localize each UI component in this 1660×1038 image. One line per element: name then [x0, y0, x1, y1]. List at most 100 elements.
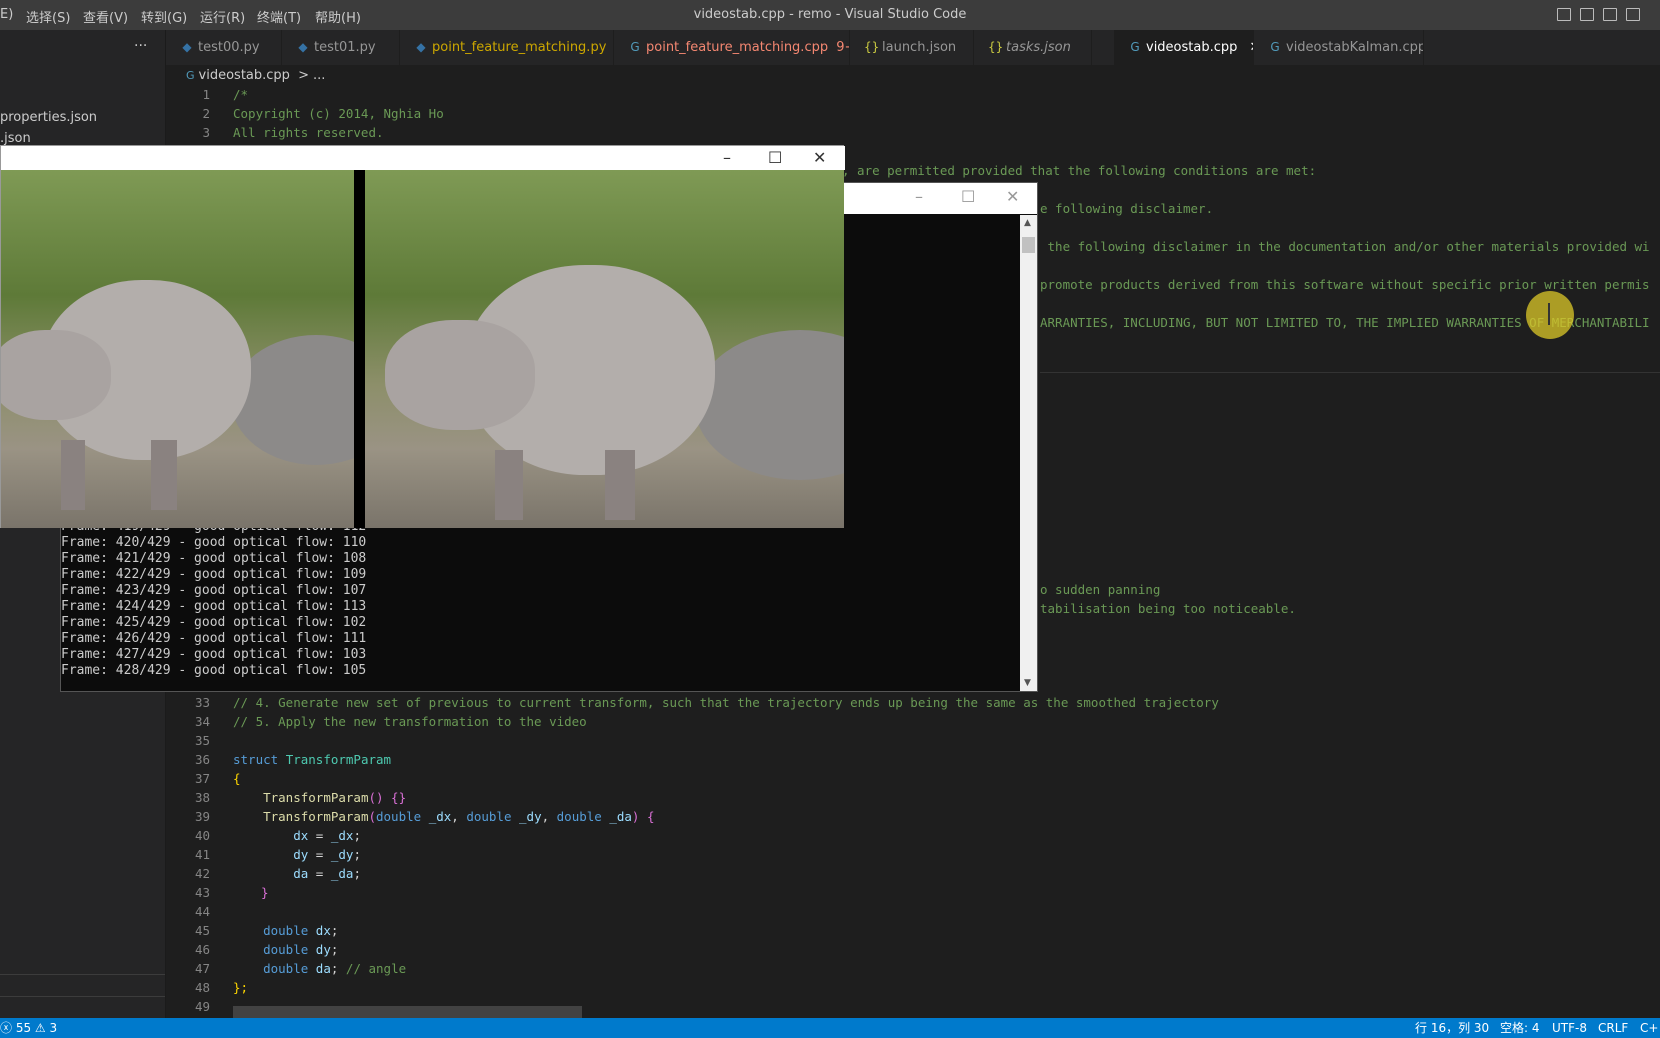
code-line: , are permitted provided that the follow… — [842, 163, 1317, 178]
json-icon: {} — [864, 40, 880, 54]
cpp-icon: G — [1270, 40, 1280, 54]
chevron-right-icon: > — [298, 68, 309, 83]
sidebar-divider — [0, 974, 165, 975]
explorer-file-item[interactable]: .json — [0, 131, 31, 146]
horizontal-scrollbar-thumb[interactable] — [233, 1006, 582, 1018]
console-lines: Frame: 419/429 - good optical flow: 112 … — [61, 519, 366, 679]
line-number: 2 — [202, 106, 210, 121]
code-line: } — [261, 885, 269, 900]
line-number: 34 — [194, 714, 210, 729]
line-number: 37 — [194, 771, 210, 786]
code-line: e following disclaimer. — [1040, 201, 1214, 216]
original-frame-image — [1, 170, 354, 528]
text-cursor-icon — [1548, 303, 1550, 325]
console-line: Frame: 426/429 - good optical flow: 111 — [61, 631, 367, 646]
code-line: tabilisation being too noticeable. — [1040, 601, 1296, 616]
console-line: Frame: 424/429 - good optical flow: 113 — [61, 599, 367, 614]
line-number: 47 — [194, 961, 210, 976]
menu-view[interactable]: 查看(V) — [83, 7, 128, 26]
console-scrollbar[interactable]: ▲ ▼ — [1020, 215, 1037, 691]
tab-launch-json[interactable]: {} launch.json — [850, 30, 974, 65]
line-number: 3 — [202, 125, 210, 140]
video-window: – ☐ ✕ — [0, 145, 845, 528]
language-mode[interactable]: C+ — [1640, 1018, 1658, 1038]
menu-terminal[interactable]: 终端(T) — [257, 7, 301, 26]
line-number: 42 — [194, 866, 210, 881]
console-line: Frame: 425/429 - good optical flow: 102 — [61, 615, 367, 630]
stabilized-frame-image — [365, 170, 844, 528]
console-line: Frame: 423/429 - good optical flow: 107 — [61, 583, 367, 598]
more-actions-icon[interactable]: ··· — [134, 38, 147, 54]
menu-selection[interactable]: 选择(S) — [26, 7, 70, 26]
code-line: // 5. Apply the new transformation to th… — [233, 714, 587, 729]
breadcrumb-symbol[interactable]: ... — [313, 68, 325, 83]
code-line: dx = _dx; — [293, 828, 361, 843]
code-line: promote products derived from this softw… — [1040, 277, 1650, 292]
close-icon[interactable]: ✕ — [813, 150, 826, 166]
video-window-title-bar: – ☐ ✕ — [1, 146, 845, 170]
tab-point-feature-matching-py[interactable]: ◆point_feature_matching.py 3 — [400, 30, 614, 65]
line-number: 41 — [194, 847, 210, 862]
code-line: double dy; — [263, 942, 339, 957]
maximize-icon[interactable]: ☐ — [961, 189, 975, 205]
code-line: struct TransformParam — [233, 752, 392, 767]
console-line: Frame: 421/429 - good optical flow: 108 — [61, 551, 367, 566]
code-line: Copyright (c) 2014, Nghia Ho — [233, 106, 444, 121]
window-title: videostab.cpp - remo - Visual Studio Cod… — [693, 7, 967, 22]
minimize-icon[interactable]: – — [723, 150, 731, 166]
line-ending[interactable]: CRLF — [1598, 1018, 1628, 1038]
cpp-icon: G — [186, 69, 195, 82]
indentation[interactable]: 空格: 4 — [1500, 1018, 1540, 1038]
maximize-icon[interactable]: ☐ — [768, 150, 782, 166]
console-line: Frame: 428/429 - good optical flow: 105 — [61, 663, 367, 678]
problem-count-badge: 9+ — [836, 40, 849, 55]
scroll-up-icon[interactable]: ▲ — [1024, 218, 1031, 228]
minimize-icon[interactable]: – — [915, 189, 923, 205]
line-number: 44 — [194, 904, 210, 919]
tab-tasks-json[interactable]: {} tasks.json — [974, 30, 1092, 65]
line-number: 35 — [194, 733, 210, 748]
cursor-position[interactable]: 行 16，列 30 — [1415, 1018, 1489, 1038]
tab-test01-py[interactable]: ◆ test01.py — [282, 30, 400, 65]
line-number: 49 — [194, 999, 210, 1014]
code-line: double dx; — [263, 923, 339, 938]
line-number: 46 — [194, 942, 210, 957]
breadcrumb-file[interactable]: videostab.cpp — [199, 68, 290, 83]
problems-indicator[interactable]: ⓧ 55 ⚠ 3 — [0, 1018, 57, 1038]
frame-separator — [354, 170, 365, 528]
code-line: All rights reserved. — [233, 125, 384, 140]
code-line: double da; // angle — [263, 961, 407, 976]
code-line: }; — [233, 980, 249, 995]
line-number: 1 — [202, 87, 210, 102]
tab-test00-py[interactable]: ◆ test00.py — [166, 30, 282, 65]
menu-bar: E) 选择(S) 查看(V) 转到(G) 运行(R) 终端(T) 帮助(H) v… — [0, 0, 1660, 30]
line-number: 33 — [194, 695, 210, 710]
code-line: TransformParam() {} — [263, 790, 407, 805]
toggle-panel-icon[interactable] — [1580, 8, 1594, 21]
tab-point-feature-matching-cpp[interactable]: Gpoint_feature_matching.cpp 9+ — [614, 30, 850, 65]
explorer-file-item[interactable]: properties.json — [0, 110, 97, 125]
code-line: // 4. Generate new set of previous to cu… — [233, 695, 1219, 710]
code-line: the following disclaimer in the document… — [1040, 239, 1650, 254]
toggle-sidebar-icon[interactable] — [1557, 8, 1571, 21]
encoding[interactable]: UTF-8 — [1552, 1018, 1587, 1038]
menu-edit[interactable]: E) — [0, 7, 13, 22]
tab-videostabkalman-cpp[interactable]: GvideostabKalman.cpp — [1254, 30, 1424, 65]
tab-videostab-cpp[interactable]: Gvideostab.cpp ✕ — [1114, 30, 1254, 65]
toggle-secondary-sidebar-icon[interactable] — [1603, 8, 1617, 21]
menu-help[interactable]: 帮助(H) — [315, 7, 361, 26]
sidebar-divider — [0, 996, 165, 997]
menu-run[interactable]: 运行(R) — [200, 7, 245, 26]
python-icon: ◆ — [416, 40, 426, 54]
editor-ruler — [1040, 372, 1660, 373]
scroll-down-icon[interactable]: ▼ — [1024, 678, 1031, 688]
code-line: da = _da; — [293, 866, 361, 881]
python-icon: ◆ — [182, 40, 192, 54]
console-line: Frame: 427/429 - good optical flow: 103 — [61, 647, 367, 662]
code-line: /* — [233, 87, 249, 102]
menu-goto[interactable]: 转到(G) — [141, 7, 187, 26]
editor-tab-bar: ◆ test00.py ◆ test01.py ◆ point_feature_mat… — [166, 30, 1660, 65]
scrollbar-thumb[interactable] — [1022, 237, 1035, 253]
close-icon[interactable]: ✕ — [1006, 189, 1019, 205]
customize-layout-icon[interactable] — [1626, 8, 1640, 21]
